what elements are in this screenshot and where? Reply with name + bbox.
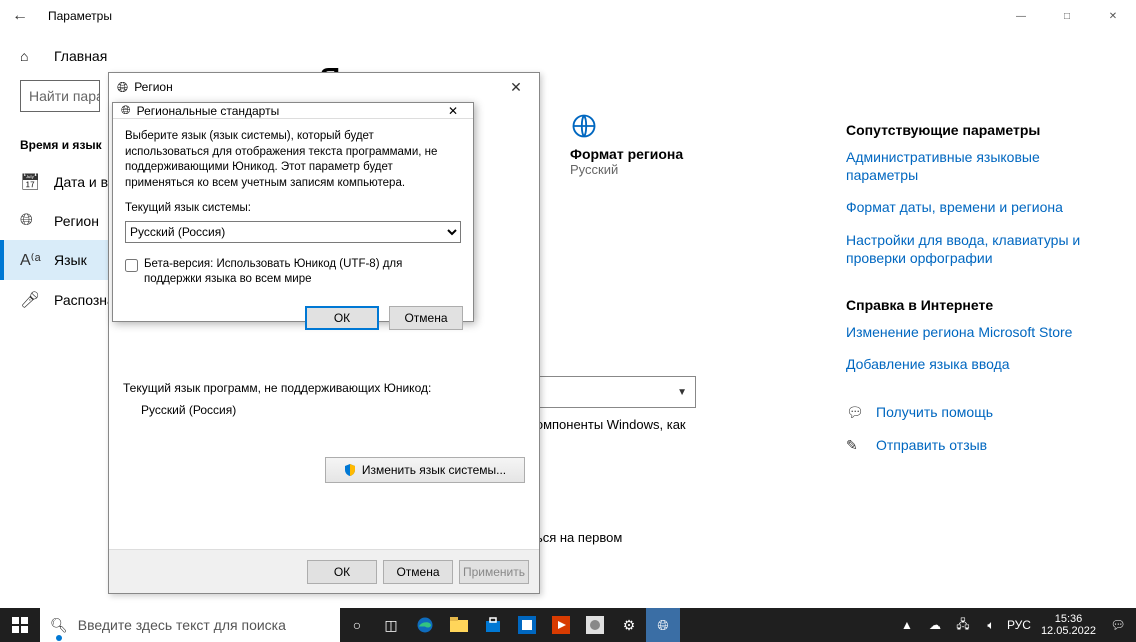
globe-icon: 🌐︎ [121, 103, 131, 118]
region-format-value: Русский [570, 162, 683, 177]
feedback-link[interactable]: ✎ Отправить отзыв [846, 436, 1096, 454]
globe-icon: 🌐︎ [117, 79, 128, 96]
get-help-label: Получить помощь [876, 403, 993, 421]
back-button[interactable]: ← [0, 7, 40, 25]
app-icon-1[interactable] [510, 608, 544, 642]
region-dialog-titlebar[interactable]: 🌐︎ Регион ✕ [109, 73, 539, 101]
start-button[interactable] [0, 608, 40, 642]
nav-label: Дата и вр [54, 174, 116, 190]
cortana-icon[interactable]: ○ [340, 608, 374, 642]
app-icon-3[interactable] [578, 608, 612, 642]
right-panel: Сопутствующие параметры Административные… [846, 62, 1096, 608]
chevron-down-icon: ▼ [677, 387, 687, 398]
nav-label: Регион [54, 213, 99, 229]
std-dialog-title: Региональные стандарты [137, 104, 280, 118]
action-center-icon[interactable]: 💬︎ [1106, 618, 1130, 632]
home-icon: ⌂ [20, 48, 40, 64]
taskbar-search[interactable]: 🔍︎ Введите здесь текст для поиска [40, 608, 340, 642]
region-format-title: Формат региона [570, 146, 683, 162]
taskbar-search-placeholder: Введите здесь текст для поиска [78, 617, 286, 633]
taskbar: 🔍︎ Введите здесь текст для поиска ○ ◫ ⚙ … [0, 608, 1136, 642]
tray-time: 15:36 [1041, 613, 1096, 625]
legacy-lang-value: Русский (Россия) [141, 403, 525, 417]
home-label: Главная [54, 48, 107, 64]
region-format-card[interactable]: Формат региона Русский [570, 112, 683, 177]
globe-region-icon [570, 112, 683, 140]
help-header: Справка в Интернете [846, 297, 1096, 313]
help-icon: 💬︎ [846, 403, 866, 421]
region-dialog-title: Регион [134, 80, 173, 94]
nav-label: Распозна [54, 292, 115, 308]
change-btn-label: Изменить язык системы... [362, 463, 506, 477]
tray-clock[interactable]: 15:36 12.05.2022 [1035, 613, 1102, 637]
globe-icon: 🌐︎ [20, 212, 40, 230]
link-date-format[interactable]: Формат даты, времени и региона [846, 198, 1096, 216]
std-dialog-titlebar[interactable]: 🌐︎ Региональные стандарты ✕ [113, 103, 473, 119]
search-icon: 🔍︎ [50, 617, 68, 634]
regional-standards-dialog: 🌐︎ Региональные стандарты ✕ Выберите язы… [112, 102, 474, 322]
related-header: Сопутствующие параметры [846, 122, 1096, 138]
region-cancel-button[interactable]: Отмена [383, 560, 453, 584]
utf8-beta-label[interactable]: Бета-версия: Использовать Юникод (UTF-8)… [144, 257, 461, 288]
feedback-icon: ✎ [846, 436, 866, 454]
close-icon[interactable]: ✕ [441, 104, 465, 118]
tray-volume-icon[interactable]: 🔈︎ [979, 618, 1003, 633]
system-tray: ▲ ☁ 🖧︎ 🔈︎ РУС 15:36 12.05.2022 💬︎ [895, 613, 1136, 637]
current-lang-label: Текущий язык системы: [125, 201, 461, 217]
region-taskbar-icon[interactable]: 🌐︎ [646, 608, 680, 642]
link-input-settings[interactable]: Настройки для ввода, клавиатуры и провер… [846, 231, 1096, 267]
search-input[interactable]: Найти парам [20, 80, 100, 112]
link-store-region[interactable]: Изменение региона Microsoft Store [846, 323, 1096, 341]
close-button[interactable]: ✕ [1090, 0, 1136, 32]
tray-lang[interactable]: РУС [1007, 618, 1031, 632]
store-icon[interactable] [476, 608, 510, 642]
partial-text: компоненты Windows, как [530, 417, 686, 432]
region-dialog-footer: ОК Отмена Применить [109, 549, 539, 593]
edge-icon[interactable] [408, 608, 442, 642]
taskbar-apps: ○ ◫ ⚙ 🌐︎ [340, 608, 680, 642]
settings-taskbar-icon[interactable]: ⚙ [612, 608, 646, 642]
std-description: Выберите язык (язык системы), который бу… [125, 129, 461, 191]
tray-overflow[interactable]: ▲ [895, 618, 919, 632]
tray-date: 12.05.2022 [1041, 625, 1096, 637]
std-ok-button[interactable]: ОК [305, 306, 379, 330]
close-icon[interactable]: ✕ [501, 79, 531, 96]
titlebar: ← Параметры ― □ ✕ [0, 0, 1136, 32]
shield-icon [344, 464, 356, 476]
region-ok-button[interactable]: ОК [307, 560, 377, 584]
explorer-icon[interactable] [442, 608, 476, 642]
maximize-button[interactable]: □ [1044, 0, 1090, 32]
minimize-button[interactable]: ― [998, 0, 1044, 32]
legacy-lang-label: Текущий язык программ, не поддерживающих… [123, 381, 525, 395]
language-dropdown[interactable]: ▼ [530, 376, 696, 408]
app-icon-2[interactable] [544, 608, 578, 642]
language-icon: A⁽ᵃ [20, 250, 40, 270]
mic-icon: 🎤︎ [20, 290, 40, 310]
utf8-beta-checkbox[interactable] [125, 259, 138, 272]
window-title: Параметры [48, 9, 112, 23]
nav-label: Язык [54, 252, 87, 268]
change-system-language-button[interactable]: Изменить язык системы... [325, 457, 525, 483]
home-nav[interactable]: ⌂ Главная [0, 40, 300, 72]
system-language-select[interactable]: Русский (Россия) [125, 221, 461, 243]
feedback-label: Отправить отзыв [876, 436, 987, 454]
calendar-icon: 📅︎ [20, 172, 40, 192]
link-admin-lang[interactable]: Административные языковые параметры [846, 148, 1096, 184]
search-placeholder: Найти парам [29, 88, 100, 104]
link-add-input-lang[interactable]: Добавление языка ввода [846, 355, 1096, 373]
get-help-link[interactable]: 💬︎ Получить помощь [846, 403, 1096, 421]
partial-text-2: ться на первом [530, 530, 622, 545]
search-highlight-dot [56, 635, 62, 641]
tray-network-icon[interactable]: 🖧︎ [951, 615, 975, 636]
std-cancel-button[interactable]: Отмена [389, 306, 463, 330]
task-view-icon[interactable]: ◫ [374, 608, 408, 642]
tray-cloud-icon[interactable]: ☁ [923, 618, 947, 632]
region-apply-button: Применить [459, 560, 529, 584]
